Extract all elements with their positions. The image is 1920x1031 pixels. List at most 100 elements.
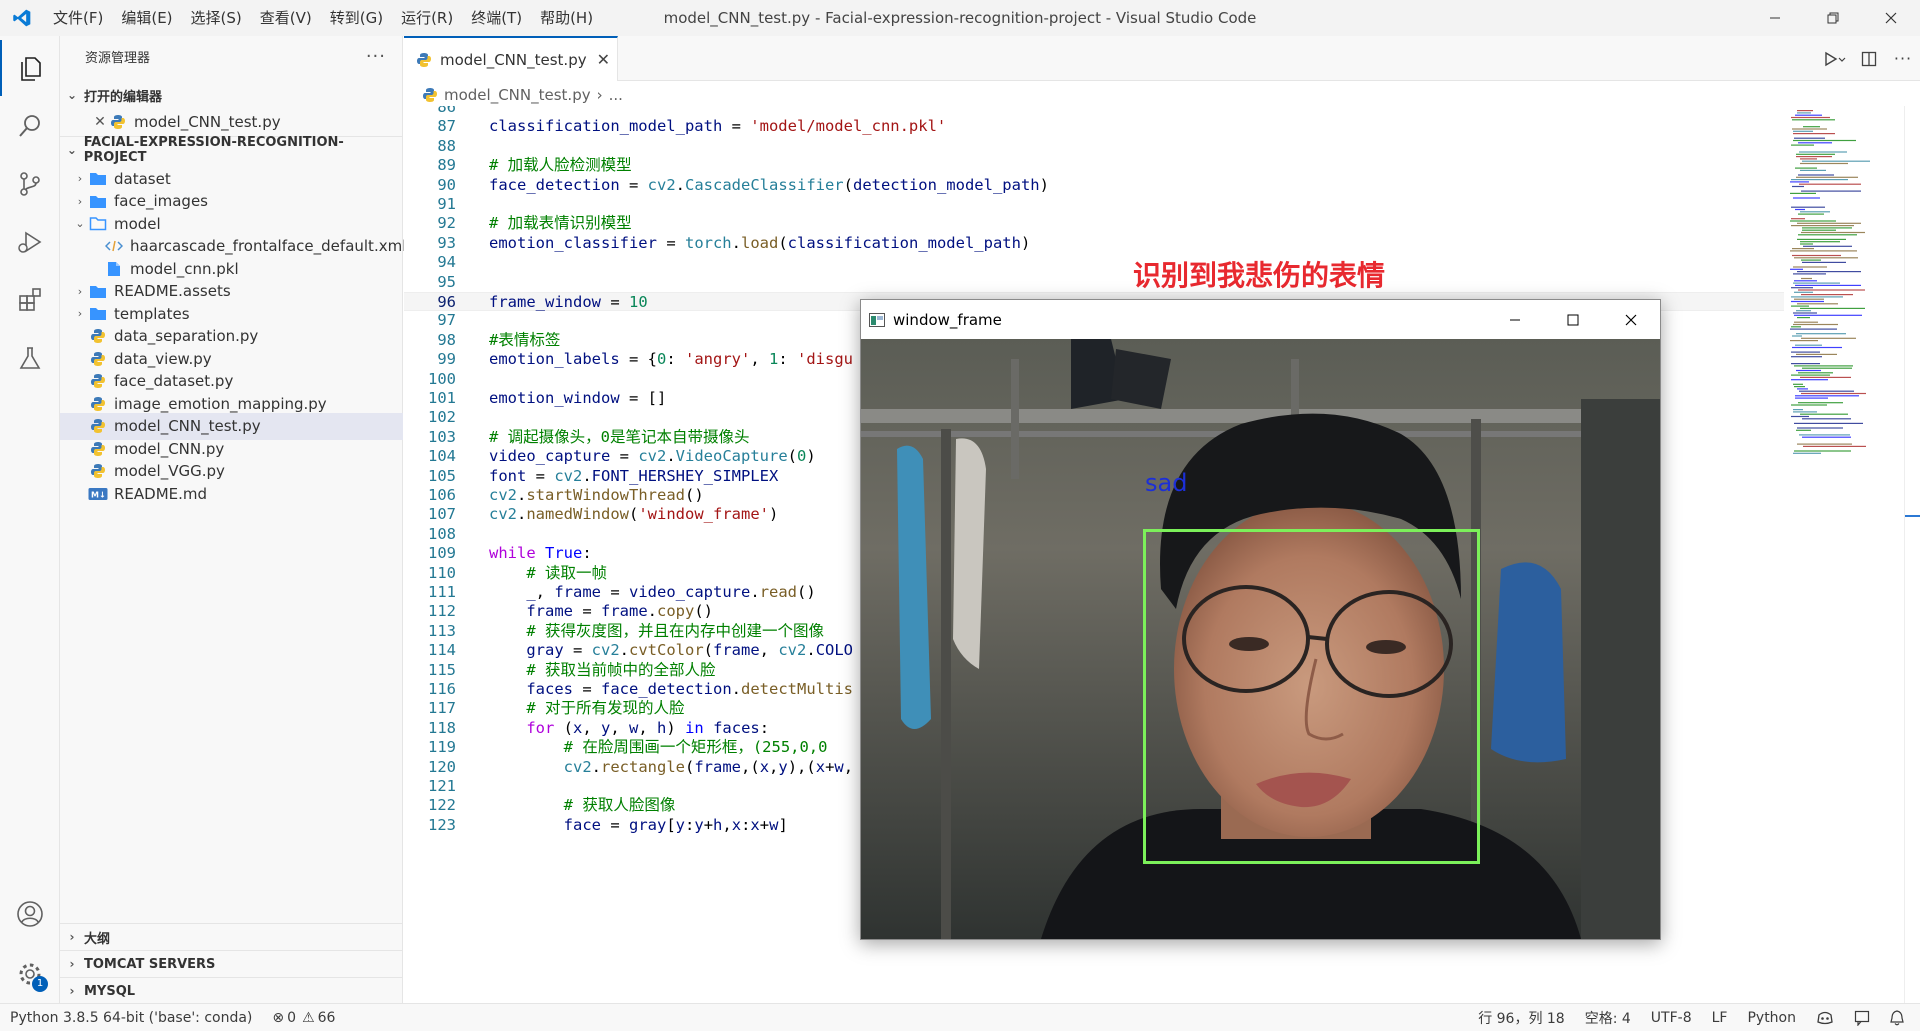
- minimap-line: [1791, 404, 1827, 406]
- language-mode[interactable]: Python: [1737, 1010, 1806, 1026]
- menu-item[interactable]: 终端(T): [462, 0, 531, 36]
- opencv-window: window_frame sad: [860, 299, 1661, 940]
- status-right: 行 96，列 18 空格: 4 UTF-8 LF Python: [1468, 1004, 1914, 1031]
- opencv-minimize-button[interactable]: [1486, 300, 1544, 339]
- copilot-icon[interactable]: [1806, 1011, 1844, 1025]
- close-window-button[interactable]: [1862, 0, 1920, 36]
- code-line[interactable]: 95: [404, 273, 1784, 292]
- code-token: :: [778, 350, 798, 369]
- minimap-line: [1796, 353, 1837, 355]
- code-token: ,: [843, 757, 854, 776]
- settings-icon[interactable]: 1: [0, 946, 60, 1002]
- split-editor-button[interactable]: [1852, 36, 1886, 81]
- code-token: gray: [628, 815, 667, 834]
- menu-item[interactable]: 选择(S): [182, 0, 251, 36]
- opencv-window-controls: [1486, 300, 1660, 339]
- code-line[interactable]: 88: [404, 137, 1784, 156]
- code-token: faces: [526, 680, 573, 698]
- run-debug-icon[interactable]: [0, 214, 60, 270]
- line-number: 119: [428, 738, 456, 757]
- line-ending[interactable]: LF: [1702, 1010, 1738, 1026]
- notifications-icon[interactable]: [1880, 1010, 1914, 1026]
- menu-item[interactable]: 帮助(H): [531, 0, 602, 36]
- cursor-position[interactable]: 行 96，列 18: [1468, 1008, 1575, 1028]
- run-python-file-button[interactable]: [1818, 36, 1852, 81]
- python-interpreter[interactable]: Python 3.8.5 64-bit ('base': conda): [0, 1010, 262, 1026]
- code-text: cv2.startWindowThread(): [489, 486, 704, 505]
- minimap[interactable]: [1784, 106, 1904, 1003]
- minimap-line: [1795, 167, 1817, 169]
- feedback-icon[interactable]: [1844, 1010, 1880, 1026]
- menu-item[interactable]: 查看(V): [251, 0, 321, 36]
- code-line[interactable]: 91: [404, 195, 1784, 214]
- extensions-icon[interactable]: [0, 272, 60, 328]
- accounts-icon[interactable]: [0, 886, 60, 942]
- opencv-maximize-button[interactable]: [1544, 300, 1602, 339]
- close-tab-icon[interactable]: ✕: [597, 50, 610, 69]
- code-line[interactable]: 92 # 加载表情识别模型: [404, 214, 1784, 233]
- mysql-section[interactable]: › MYSQL: [60, 977, 403, 1004]
- encoding[interactable]: UTF-8: [1641, 1010, 1702, 1026]
- code-token: startWindowThread: [526, 486, 685, 504]
- code-token: (: [843, 175, 853, 194]
- restore-button[interactable]: [1804, 0, 1862, 36]
- minimap-line: [1794, 314, 1862, 316]
- open-editors-header[interactable]: ⌄ 打开的编辑器: [60, 82, 403, 108]
- code-line[interactable]: 87 classification_model_path = 'model/mod…: [404, 117, 1784, 136]
- code-text: # 对于所有发现的人脸: [489, 699, 684, 718]
- open-editor-item[interactable]: ✕ model_CNN_test.py: [60, 108, 403, 135]
- code-token: ]: [778, 815, 788, 834]
- code-text: # 读取一帧: [489, 564, 607, 583]
- code-line[interactable]: 94: [404, 253, 1784, 272]
- minimize-button[interactable]: [1746, 0, 1804, 36]
- line-number: 94: [437, 253, 456, 272]
- code-line[interactable]: 93 emotion_classifier = torch.load(classi…: [404, 234, 1784, 253]
- line-number: 91: [437, 195, 456, 213]
- indentation[interactable]: 空格: 4: [1575, 1008, 1641, 1028]
- outline-section[interactable]: › 大纲: [60, 923, 403, 950]
- menu-item[interactable]: 转到(G): [321, 0, 392, 36]
- code-token: :: [759, 718, 770, 737]
- code-token: video_capture: [629, 583, 751, 601]
- tab-model-cnn-test[interactable]: model_CNN_test.py ✕: [404, 36, 618, 81]
- project-header[interactable]: ⌄ FACIAL-EXPRESSION-RECOGNITION-PROJECT: [60, 135, 403, 165]
- file-item[interactable]: M↓ README.md: [60, 480, 403, 507]
- code-token: +: [825, 757, 835, 776]
- code-line[interactable]: 90 face_detection = cv2.CascadeClassifier…: [404, 176, 1784, 195]
- source-control-icon[interactable]: [0, 156, 60, 212]
- minimap-line: [1799, 151, 1847, 153]
- code-token: 'disgu: [797, 350, 854, 369]
- opencv-close-button[interactable]: [1602, 300, 1660, 339]
- breadcrumb-symbols[interactable]: ...: [609, 86, 623, 104]
- breadcrumb-file[interactable]: model_CNN_test.py: [444, 86, 591, 104]
- minimap-line: [1798, 372, 1833, 374]
- line-number: 86: [437, 106, 456, 116]
- code-line[interactable]: 86: [404, 106, 1784, 117]
- minimap-line: [1794, 291, 1813, 293]
- chevron-right-icon: ›: [69, 957, 75, 971]
- opencv-title-bar[interactable]: window_frame: [861, 300, 1660, 339]
- vertical-scrollbar[interactable]: [1904, 106, 1920, 1003]
- problems-indicator[interactable]: ⊗ 0 ⚠ 66: [262, 1010, 345, 1026]
- code-token: frame: [713, 641, 760, 660]
- code-token: 10: [628, 293, 648, 311]
- more-actions-button[interactable]: ···: [366, 46, 386, 67]
- code-token: frame: [554, 583, 602, 601]
- minimap-line: [1793, 411, 1817, 413]
- minimap-line: [1791, 351, 1820, 353]
- close-editor-icon[interactable]: ✕: [92, 114, 108, 130]
- minimap-line: [1791, 144, 1814, 146]
- menu-item[interactable]: 编辑(E): [112, 0, 181, 36]
- more-editor-actions-button[interactable]: ···: [1886, 36, 1920, 81]
- explorer-icon[interactable]: [0, 40, 60, 96]
- tomcat-servers-section[interactable]: › TOMCAT SERVERS: [60, 950, 403, 977]
- search-icon[interactable]: [0, 98, 60, 154]
- menu-item[interactable]: 文件(F): [44, 0, 112, 36]
- testing-icon[interactable]: [0, 330, 60, 386]
- code-token: read: [759, 583, 798, 601]
- code-line[interactable]: 89 # 加载人脸检测模型: [404, 156, 1784, 175]
- menu-item[interactable]: 运行(R): [392, 0, 462, 36]
